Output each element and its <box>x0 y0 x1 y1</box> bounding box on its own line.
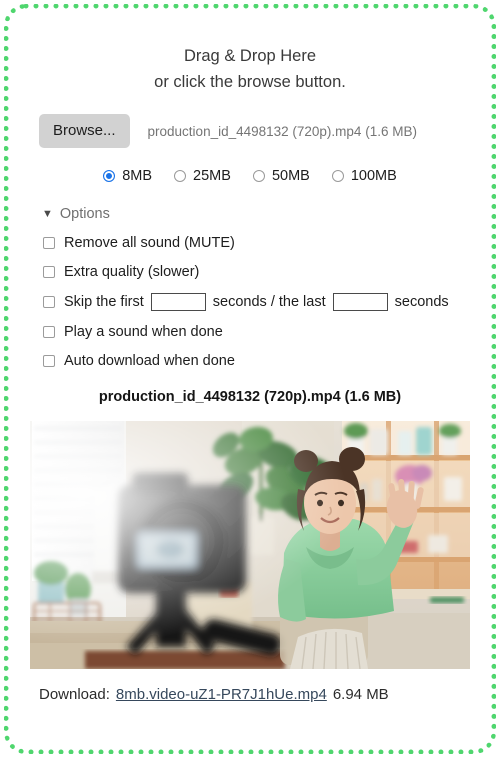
option-skip-seconds[interactable]: Skip the first seconds / the last second… <box>43 293 491 311</box>
option-label: Extra quality (slower) <box>64 264 200 280</box>
checkbox-icon[interactable] <box>43 296 55 308</box>
browse-row: Browse... production_id_4498132 (720p).m… <box>9 114 491 148</box>
checkbox-icon[interactable] <box>43 266 55 278</box>
dropzone-headline-line2: or click the browse button. <box>154 73 346 91</box>
skip-label-middle: seconds / the last <box>212 294 326 310</box>
checkbox-icon[interactable] <box>43 355 55 367</box>
size-option-label: 50MB <box>271 168 310 184</box>
selected-file-name: production_id_4498132 (720p).mp4 (1.6 MB… <box>147 123 417 139</box>
option-label: Play a sound when done <box>64 324 223 340</box>
option-auto-download-when-done[interactable]: Auto download when done <box>43 353 491 369</box>
skip-last-seconds-input[interactable] <box>332 293 388 311</box>
caret-down-icon: ▼ <box>42 207 53 220</box>
size-option-label: 100MB <box>350 168 397 184</box>
size-options-group: 8MB 25MB 50MB 100MB <box>9 168 491 184</box>
option-label: Auto download when done <box>64 353 235 369</box>
browse-button[interactable]: Browse... <box>39 114 130 148</box>
options-toggle-label: Options <box>59 206 110 222</box>
download-link[interactable]: 8mb.video-uZ1-PR7J1hUe.mp4 <box>116 686 327 703</box>
checkbox-icon[interactable] <box>43 326 55 338</box>
result-file-title: production_id_4498132 (720p).mp4 (1.6 MB… <box>98 389 402 405</box>
radio-icon <box>331 170 344 182</box>
dropzone-headline: Drag & Drop Here or click the browse but… <box>9 43 491 95</box>
checkbox-icon[interactable] <box>43 237 55 249</box>
option-label: Remove all sound (MUTE) <box>64 235 235 251</box>
option-play-sound-when-done[interactable]: Play a sound when done <box>43 324 491 340</box>
drop-zone[interactable]: Drag & Drop Here or click the browse but… <box>4 4 496 754</box>
option-extra-quality[interactable]: Extra quality (slower) <box>43 264 491 280</box>
size-option-25mb[interactable]: 25MB <box>174 168 231 184</box>
size-option-50mb[interactable]: 50MB <box>252 168 310 184</box>
size-option-label: 8MB <box>122 168 153 184</box>
download-size: 6.94 MB <box>332 686 389 703</box>
video-thumbnail-image <box>30 421 470 669</box>
radio-icon <box>252 170 265 182</box>
skip-label-after: seconds <box>394 294 449 310</box>
options-toggle[interactable]: ▼ Options <box>9 206 491 222</box>
radio-icon <box>103 170 116 182</box>
download-label: Download: <box>39 686 110 703</box>
video-preview-thumbnail[interactable] <box>30 421 470 669</box>
skip-first-seconds-input[interactable] <box>150 293 206 311</box>
size-option-8mb[interactable]: 8MB <box>103 168 152 184</box>
options-list: Remove all sound (MUTE) Extra quality (s… <box>9 235 491 369</box>
option-remove-all-sound[interactable]: Remove all sound (MUTE) <box>43 235 491 251</box>
size-option-100mb[interactable]: 100MB <box>331 168 397 184</box>
dropzone-headline-line1: Drag & Drop Here <box>183 47 317 65</box>
download-row: Download: 8mb.video-uZ1-PR7J1hUe.mp4 6.9… <box>9 686 491 703</box>
radio-icon <box>174 170 187 182</box>
skip-label-before: Skip the first <box>64 294 144 310</box>
size-option-label: 25MB <box>193 168 231 184</box>
